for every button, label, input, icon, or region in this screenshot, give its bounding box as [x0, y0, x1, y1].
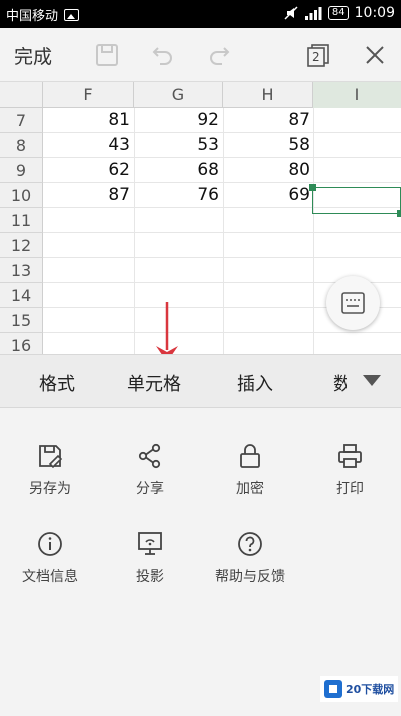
column-header-f[interactable]: F — [43, 82, 134, 108]
selection-handle[interactable] — [397, 210, 401, 217]
cell-f7[interactable]: 81 — [50, 108, 130, 133]
signal-icon — [304, 6, 322, 20]
menu-label: 打印 — [336, 481, 364, 497]
row-header-16[interactable]: 16 — [0, 333, 43, 354]
row-header-13[interactable]: 13 — [0, 258, 43, 283]
row-header-14[interactable]: 14 — [0, 283, 43, 308]
menu-label: 文档信息 — [22, 569, 78, 585]
column-header-g[interactable]: G — [134, 82, 223, 108]
editor-toolbar: 完成 2 — [0, 28, 401, 82]
page-count: 2 — [312, 50, 320, 64]
printer-icon — [338, 444, 362, 468]
column-header-bar: F G H I — [0, 82, 401, 108]
mute-icon — [284, 6, 298, 20]
redo-icon[interactable] — [206, 42, 232, 68]
undo-icon[interactable] — [150, 42, 176, 68]
help-feedback-button[interactable]: 帮助与反馈 — [200, 530, 300, 586]
save-icon[interactable] — [94, 42, 120, 68]
ribbon-tab-bar: 格式 单元格 插入 数 — [0, 354, 401, 408]
site-logo-icon — [324, 680, 342, 698]
help-icon — [238, 532, 262, 556]
corner-cell[interactable] — [0, 82, 43, 108]
keyboard-icon — [341, 292, 365, 314]
projection-icon — [138, 532, 162, 555]
row-header-7[interactable]: 7 — [0, 108, 43, 133]
cell-g7[interactable]: 92 — [139, 108, 219, 133]
tab-cell[interactable]: 单元格 — [127, 370, 181, 396]
cell-h7[interactable]: 87 — [230, 108, 310, 133]
tab-insert[interactable]: 插入 — [237, 370, 273, 396]
row-header-9[interactable]: 9 — [0, 158, 43, 183]
save-as-icon — [39, 445, 63, 469]
row-header-10[interactable]: 10 — [0, 183, 43, 208]
tab-data[interactable]: 数 — [333, 370, 347, 396]
print-button[interactable]: 打印 — [300, 442, 400, 498]
cell-f8[interactable]: 43 — [50, 133, 130, 158]
carrier-name: 中国移动 — [6, 9, 59, 24]
row-header-12[interactable]: 12 — [0, 233, 43, 258]
image-notification-icon — [64, 8, 80, 21]
share-icon — [138, 443, 161, 469]
battery-icon: 84 — [327, 6, 349, 20]
clock: 10:09 — [354, 5, 395, 21]
selected-cell[interactable] — [312, 187, 401, 214]
cell-g8[interactable]: 53 — [139, 133, 219, 158]
close-icon[interactable] — [362, 42, 388, 68]
expand-tabs-icon[interactable] — [363, 375, 381, 386]
keyboard-toggle-button[interactable] — [326, 276, 380, 330]
cell-h9[interactable]: 80 — [230, 158, 310, 183]
column-header-i[interactable]: I — [313, 82, 401, 108]
cell-h10[interactable]: 69 — [230, 183, 310, 208]
document-info-button[interactable]: 文档信息 — [0, 530, 100, 586]
menu-label: 帮助与反馈 — [215, 569, 285, 585]
watermark-text: 20下载网 — [346, 683, 395, 696]
share-button[interactable]: 分享 — [100, 442, 200, 498]
info-icon — [38, 532, 62, 556]
pages-button[interactable]: 2 — [305, 42, 331, 68]
cell-f10[interactable]: 87 — [50, 183, 130, 208]
row-header-8[interactable]: 8 — [0, 133, 43, 158]
done-button[interactable]: 完成 — [14, 42, 52, 69]
projection-button[interactable]: 投影 — [100, 530, 200, 586]
menu-label: 投影 — [136, 569, 164, 585]
menu-label: 加密 — [236, 481, 264, 497]
save-as-button[interactable]: 另存为 — [0, 442, 100, 498]
menu-label: 分享 — [136, 481, 164, 497]
status-bar: 中国移动 84 10:09 — [0, 0, 401, 28]
cell-g9[interactable]: 68 — [139, 158, 219, 183]
tab-format[interactable]: 格式 — [39, 370, 75, 396]
site-watermark: 20下载网 — [320, 676, 398, 702]
menu-label: 另存为 — [29, 481, 71, 497]
row-header-15[interactable]: 15 — [0, 308, 43, 333]
file-menu-panel: 另存为 分享 加密 打印 文档信息 投影 帮助与反馈 — [0, 408, 401, 716]
column-header-h[interactable]: H — [223, 82, 313, 108]
lock-icon — [240, 444, 260, 468]
encrypt-button[interactable]: 加密 — [200, 442, 300, 498]
row-header-11[interactable]: 11 — [0, 208, 43, 233]
selection-handle[interactable] — [309, 184, 316, 191]
cell-f9[interactable]: 62 — [50, 158, 130, 183]
cell-h8[interactable]: 58 — [230, 133, 310, 158]
cell-g10[interactable]: 76 — [139, 183, 219, 208]
table-row — [43, 233, 401, 258]
table-row — [43, 333, 401, 354]
